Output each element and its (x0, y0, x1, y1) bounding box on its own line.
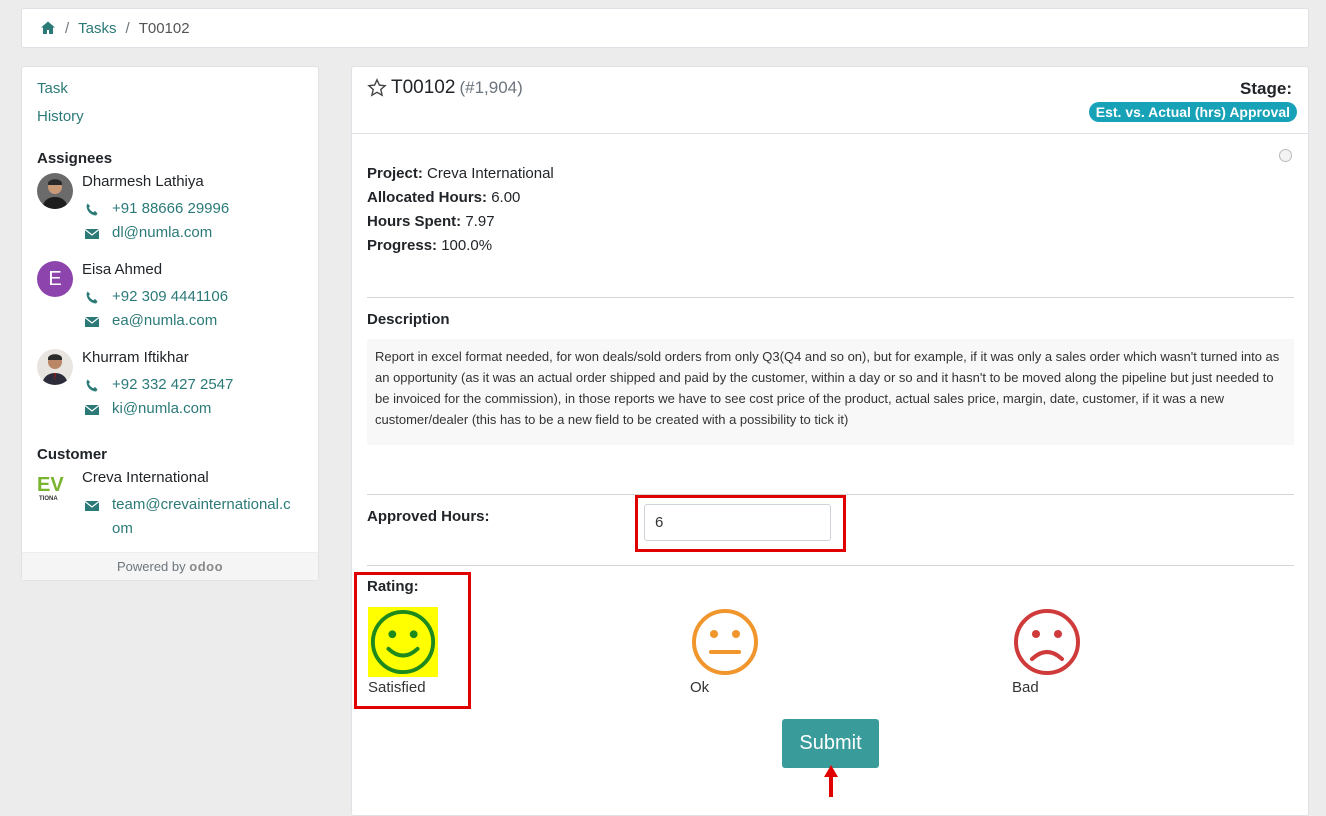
assignee-phone[interactable]: +92 309 4441106 (84, 288, 228, 309)
avatar (37, 349, 73, 385)
rating-option-satisfied[interactable]: Satisfied (368, 607, 438, 696)
assignee-email[interactable]: ea@numla.com (84, 312, 217, 333)
breadcrumb-separator: / (65, 19, 70, 37)
task-title: T00102 (#1,904) (391, 77, 523, 98)
star-icon[interactable] (367, 78, 387, 98)
breadcrumb-current: T00102 (138, 19, 190, 37)
task-header: T00102 (#1,904) Stage: Est. vs. Actual (h… (352, 67, 1308, 134)
svg-text:EV: EV (37, 474, 64, 496)
envelope-icon (84, 498, 100, 514)
description-text: Report in excel format needed, for won d… (367, 339, 1294, 445)
assignee-email[interactable]: ki@numla.com (84, 400, 211, 421)
envelope-icon (84, 226, 100, 242)
divider (367, 297, 1294, 298)
breadcrumb: / Tasks / T00102 (21, 8, 1309, 48)
assignee-name: Eisa Ahmed (82, 261, 163, 278)
assignee-email[interactable]: dl@numla.com (84, 224, 212, 245)
arrow-up-icon (824, 765, 838, 797)
stage-label: Stage: (1240, 79, 1292, 98)
submit-button[interactable]: Submit (782, 719, 879, 768)
customer-title: Customer (37, 446, 108, 463)
phone-icon (84, 290, 100, 306)
avatar (37, 173, 73, 209)
status-radio[interactable] (1279, 149, 1292, 162)
sidebar-item-history[interactable]: History (37, 108, 84, 125)
home-icon[interactable] (40, 20, 56, 36)
assignees-title: Assignees (37, 150, 113, 167)
phone-icon (84, 378, 100, 394)
envelope-icon (84, 402, 100, 418)
task-card: T00102 (#1,904) Stage: Est. vs. Actual (h… (351, 66, 1309, 816)
allocated-hours-field: Allocated Hours: 6.00 (367, 189, 521, 206)
divider (367, 565, 1294, 566)
sidebar: Task History Assignees Dharmesh Lathiya … (21, 66, 319, 581)
customer-name: Creva International (82, 469, 209, 486)
customer-email[interactable]: team@crevainternational.c om (84, 496, 291, 541)
rating-option-ok[interactable]: Ok (690, 607, 760, 696)
assignee-phone[interactable]: +91 88666 29996 (84, 200, 229, 221)
progress-field: Progress: 100.0% (367, 237, 493, 254)
approved-hours-label: Approved Hours: (367, 508, 490, 525)
sad-face-icon (1014, 609, 1080, 675)
neutral-face-icon (692, 609, 758, 675)
breadcrumb-tasks-link[interactable]: Tasks (78, 20, 116, 37)
rating-option-bad[interactable]: Bad (1012, 607, 1082, 696)
description-title: Description (367, 311, 450, 328)
project-field: Project: Creva International (367, 165, 554, 182)
happy-face-icon (370, 609, 436, 675)
breadcrumb-separator: / (125, 19, 130, 37)
svg-text:TIONA: TIONA (39, 496, 58, 502)
assignee-name: Dharmesh Lathiya (82, 173, 204, 190)
powered-by[interactable]: Powered by odoo (22, 552, 318, 580)
odoo-logo: odoo (189, 559, 224, 574)
stage-badge: Est. vs. Actual (hrs) Approval (1088, 102, 1297, 122)
assignee-name: Khurram Iftikhar (82, 349, 189, 366)
assignee-phone[interactable]: +92 332 427 2547 (84, 376, 233, 397)
phone-icon (84, 202, 100, 218)
sidebar-item-task[interactable]: Task (37, 80, 68, 97)
task-number: (#1,904) (459, 78, 523, 97)
hours-spent-field: Hours Spent: 7.97 (367, 213, 495, 230)
customer-logo: EV TIONA (37, 469, 73, 503)
avatar: E (37, 261, 73, 297)
envelope-icon (84, 314, 100, 330)
approved-hours-input[interactable] (644, 504, 831, 541)
selected-highlight (368, 607, 438, 677)
